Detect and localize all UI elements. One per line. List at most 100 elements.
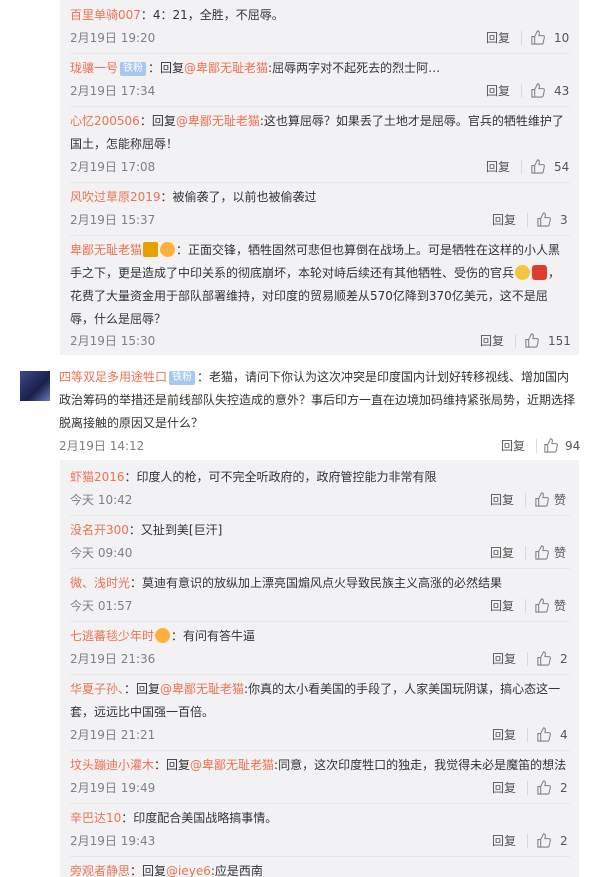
reply-text-line: 套，远远比中国强一百倍。 [70, 705, 215, 719]
like-count: 94 [565, 439, 581, 453]
thumbs-up-icon[interactable] [530, 30, 545, 45]
reply-button[interactable]: 回复 [492, 724, 516, 746]
mention-link[interactable]: @ieye6 [166, 864, 211, 877]
thumbs-up-icon[interactable] [536, 727, 551, 742]
main-comment: 四等双足多用途牲口 铁粉 ：老猫，请问下你认为这次冲突是印度国内计划好转移视线、增加… [59, 366, 589, 456]
reply-item: 心忆200506：回复@卑鄙无耻老猫:这也算屈辱？如果丢了土地才是屈辱。官兵的牺… [70, 110, 570, 183]
reply-button[interactable]: 回复 [490, 595, 514, 617]
reply-text: ：有问有答牛逼 [171, 629, 256, 643]
comment-text: ：老猫，请问下你认为这次冲突是印度国内计划好转移视线、增加国内 [197, 370, 570, 384]
reply-text: :同意，这次印度牲口的独走，我觉得未必是魔笛的想法 [274, 758, 567, 772]
like-count: 2 [560, 652, 568, 666]
like-label[interactable]: 赞 [554, 489, 566, 511]
mention-link[interactable]: @卑鄙无耻老猫 [160, 682, 244, 696]
reply-text-line: 花费了大量资金用于部队部署维持，对印度的贸易顺差从570亿降到370亿美元，这不… [70, 289, 548, 303]
mention-link[interactable]: @卑鄙无耻老猫 [176, 114, 260, 128]
separator [521, 84, 522, 98]
reply-item: 百里单骑007：4：21，全胜，不屈辱。 2月19日 19:20 回复 10 [70, 4, 570, 54]
reply-item: 辛巴达10：印度配合美国战略搞事情。 2月19日 19:43 回复 2 [70, 807, 570, 857]
divider [70, 235, 570, 236]
timestamp: 2月19日 17:34 [70, 84, 156, 98]
mention-link[interactable]: @卑鄙无耻老猫 [190, 758, 274, 772]
username[interactable]: 七逃蕃毯少年时 [70, 629, 154, 643]
thumbs-up-icon[interactable] [536, 651, 551, 666]
reply-button[interactable]: 回复 [501, 435, 525, 457]
thumbs-up-icon[interactable] [536, 212, 551, 227]
avatar[interactable] [20, 371, 50, 401]
mention-link[interactable]: @卑鄙无耻老猫 [184, 61, 268, 75]
like-count: 2 [560, 781, 568, 795]
thumbs-up-icon[interactable] [543, 438, 558, 453]
reply-text: ：被偷袭了，以前也被偷袭过 [160, 190, 317, 204]
reply-button[interactable]: 回复 [486, 27, 510, 49]
reply-button[interactable]: 回复 [492, 648, 516, 670]
reply-button[interactable]: 回复 [490, 489, 514, 511]
timestamp: 2月19日 17:08 [70, 160, 156, 174]
divider [70, 182, 570, 183]
thumbs-up-icon[interactable] [536, 833, 551, 848]
crying-emoji-icon [515, 265, 531, 280]
username[interactable]: 华夏子孙、 [70, 682, 124, 696]
thumbs-up-icon[interactable] [524, 333, 539, 348]
vip-badge-icon [143, 242, 159, 257]
timestamp: 2月19日 21:36 [70, 652, 156, 666]
separator [527, 213, 528, 227]
divider [70, 515, 570, 516]
thumbs-up-icon[interactable] [534, 492, 549, 507]
divider [70, 106, 570, 107]
timestamp: 2月19日 19:49 [70, 781, 156, 795]
separator [521, 31, 522, 45]
reply-button[interactable]: 回复 [492, 209, 516, 231]
reply-button[interactable]: 回复 [492, 830, 516, 852]
like-count: 43 [554, 84, 570, 98]
username[interactable]: 卑鄙无耻老猫 [70, 243, 142, 257]
thumbs-up-icon[interactable] [530, 159, 545, 174]
separator [527, 834, 528, 848]
thumbs-up-icon[interactable] [536, 780, 551, 795]
thumbs-up-icon[interactable] [534, 598, 549, 613]
timestamp: 2月19日 14:12 [59, 439, 145, 453]
username[interactable]: 没名开300 [70, 523, 129, 537]
timestamp: 2月19日 15:30 [70, 334, 156, 348]
username[interactable]: 心忆200506 [70, 114, 140, 128]
reply-prefix: ：回复 [139, 114, 176, 128]
username[interactable]: 风吹过草原2019 [70, 190, 161, 204]
reply-button[interactable]: 回复 [486, 80, 510, 102]
separator [525, 599, 526, 613]
username[interactable]: 珑骧一号 [70, 61, 118, 75]
username[interactable]: 百里单骑007 [70, 8, 141, 22]
reply-button[interactable]: 回复 [490, 542, 514, 564]
timestamp: 2月19日 19:43 [70, 834, 156, 848]
username[interactable]: 坟头蹦迪小灌木 [70, 758, 154, 772]
comment-text-line: 政治筹码的举措还是前线部队失控造成的意外？事后印方一直在边境加码维持紧张局势，近… [59, 393, 576, 407]
reply-button[interactable]: 回复 [492, 777, 516, 799]
reply-item: 珑骧一号 铁粉 ：回复@卑鄙无耻老猫:屈辱两字对不起死去的烈士阿… 2月19日 17… [70, 57, 570, 107]
reply-item: 风吹过草原2019：被偷袭了，以前也被偷袭过 2月19日 15:37 回复 3 [70, 186, 570, 236]
reply-text: ：又扯到美[巨汗] [128, 523, 223, 537]
reply-item: 华夏子孙、：回复@卑鄙无耻老猫:你真的太小看美国的手段了，人家美国玩阴谋，搞心态… [70, 678, 570, 751]
like-label[interactable]: 赞 [554, 542, 566, 564]
reply-button[interactable]: 回复 [480, 330, 504, 352]
timestamp: 今天 01:57 [70, 599, 133, 613]
username[interactable]: 辛巴达10 [70, 811, 121, 825]
separator [527, 728, 528, 742]
username[interactable]: 旁观者静思 [70, 864, 130, 877]
divider [70, 53, 570, 54]
reply-prefix: ：回复 [124, 682, 161, 696]
divider [70, 750, 570, 751]
like-count: 54 [554, 160, 570, 174]
username[interactable]: 虾猫2016 [70, 470, 125, 484]
username[interactable]: 微、浅时光 [70, 576, 130, 590]
like-label[interactable]: 赞 [554, 595, 566, 617]
reply-text: :这也算屈辱？如果丢了土地才是屈辱。官兵的牺牲维护了 [259, 114, 564, 128]
thumbs-up-icon[interactable] [530, 83, 545, 98]
reply-item: 旁观者静思：回复@ieye6:应是西南 [70, 860, 570, 877]
separator [536, 439, 537, 453]
reply-text: ：印度配合美国战略搞事情。 [121, 811, 278, 825]
reply-button[interactable]: 回复 [486, 156, 510, 178]
divider [70, 803, 570, 804]
username[interactable]: 四等双足多用途牲口 [59, 370, 167, 384]
timestamp: 2月19日 21:21 [70, 728, 156, 742]
reply-text-line: 手之下，更是造成了中印关系的彻底崩坏，本轮对峙后续还有其他牺牲、受伤的官兵 [70, 266, 515, 280]
thumbs-up-icon[interactable] [534, 545, 549, 560]
